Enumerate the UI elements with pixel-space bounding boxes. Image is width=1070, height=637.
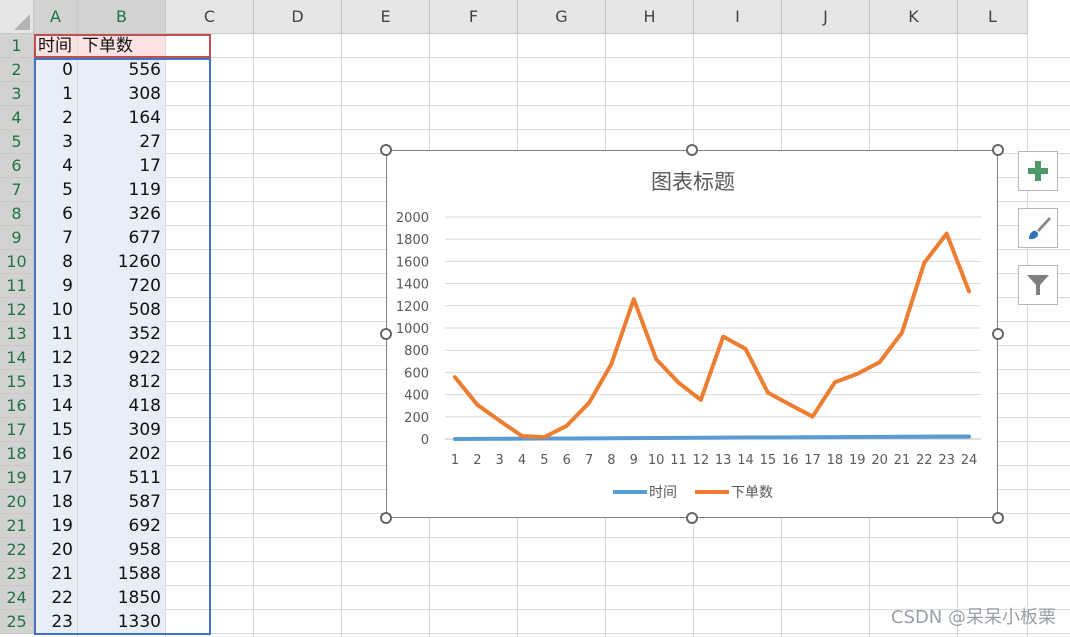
chart-styles-button[interactable] <box>1018 208 1058 248</box>
row-header-8[interactable]: 8 <box>0 202 34 226</box>
row-header-18[interactable]: 18 <box>0 442 34 466</box>
row-header-24[interactable]: 24 <box>0 586 34 610</box>
x-tick-label: 1 <box>451 453 459 468</box>
column-header-k[interactable]: K <box>870 0 958 34</box>
x-tick-label: 7 <box>585 453 593 468</box>
chart-elements-button[interactable] <box>1018 151 1058 191</box>
brush-icon <box>1029 217 1051 240</box>
x-tick-label: 20 <box>871 453 888 468</box>
chart-filters-button[interactable] <box>1018 265 1058 305</box>
x-tick-label: 15 <box>760 453 777 468</box>
row-header-13[interactable]: 13 <box>0 322 34 346</box>
chart-canvas: 图表标题 0 200 400 600 800 1000 1200 1400 1600 1800 20… <box>396 170 981 501</box>
legend-label[interactable]: 下单数 <box>731 485 773 501</box>
column-header-d[interactable]: D <box>254 0 342 34</box>
column-header-g[interactable]: G <box>518 0 606 34</box>
plus-icon <box>1028 161 1048 181</box>
y-tick-label: 200 <box>404 411 429 426</box>
column-header-h[interactable]: H <box>606 0 694 34</box>
x-tick-label: 22 <box>916 453 933 468</box>
column-header-e[interactable]: E <box>342 0 430 34</box>
row-header-5[interactable]: 5 <box>0 130 34 154</box>
grid-line <box>253 34 254 637</box>
row-header-23[interactable]: 23 <box>0 562 34 586</box>
row-header-21[interactable]: 21 <box>0 514 34 538</box>
y-tick-label: 1600 <box>396 255 429 270</box>
x-tick-label: 2 <box>473 453 481 468</box>
row-header-1[interactable]: 1 <box>0 34 34 58</box>
x-tick-label: 6 <box>563 453 571 468</box>
x-tick-label: 5 <box>540 453 548 468</box>
y-tick-label: 0 <box>421 433 429 448</box>
y-tick-label: 1800 <box>396 233 429 248</box>
x-tick-label: 11 <box>670 453 687 468</box>
y-tick-label: 1200 <box>396 300 429 315</box>
row-header-22[interactable]: 22 <box>0 538 34 562</box>
resize-handle[interactable] <box>686 144 698 156</box>
filter-icon <box>1027 275 1049 295</box>
grid-line <box>341 34 342 637</box>
row-header-20[interactable]: 20 <box>0 490 34 514</box>
legend-label[interactable]: 时间 <box>649 485 677 501</box>
resize-handle[interactable] <box>380 328 392 340</box>
line-chart[interactable]: 图表标题 0 200 400 600 800 1000 1200 1400 1600 1800 20… <box>386 150 998 518</box>
column-header-a[interactable]: A <box>34 0 78 34</box>
column-header-f[interactable]: F <box>430 0 518 34</box>
row-header-9[interactable]: 9 <box>0 226 34 250</box>
x-tick-label: 17 <box>804 453 821 468</box>
y-tick-label: 2000 <box>396 211 429 226</box>
column-header-j[interactable]: J <box>782 0 870 34</box>
row-header-4[interactable]: 4 <box>0 106 34 130</box>
column-header-c[interactable]: C <box>166 0 254 34</box>
select-all-corner[interactable] <box>0 0 34 34</box>
resize-handle[interactable] <box>992 512 1004 524</box>
x-tick-label: 13 <box>715 453 732 468</box>
selection-header-range <box>34 34 211 58</box>
x-tick-label: 9 <box>630 453 638 468</box>
row-header-16[interactable]: 16 <box>0 394 34 418</box>
row-header-11[interactable]: 11 <box>0 274 34 298</box>
row-header-10[interactable]: 10 <box>0 250 34 274</box>
y-tick-label: 800 <box>404 344 429 359</box>
series-line-1[interactable] <box>453 231 971 440</box>
x-tick-label: 19 <box>849 453 866 468</box>
resize-handle[interactable] <box>380 144 392 156</box>
row-header-12[interactable]: 12 <box>0 298 34 322</box>
watermark: CSDN @呆呆小板栗 <box>890 607 1056 628</box>
resize-handle[interactable] <box>686 512 698 524</box>
x-tick-label: 21 <box>894 453 911 468</box>
column-header-l[interactable]: L <box>958 0 1028 34</box>
x-tick-label: 23 <box>938 453 955 468</box>
row-header-6[interactable]: 6 <box>0 154 34 178</box>
x-tick-label: 10 <box>648 453 665 468</box>
selection-data-range <box>34 58 211 635</box>
x-tick-label: 18 <box>827 453 844 468</box>
x-tick-label: 4 <box>518 453 526 468</box>
column-header-i[interactable]: I <box>694 0 782 34</box>
x-tick-label: 8 <box>607 453 615 468</box>
row-header-2[interactable]: 2 <box>0 58 34 82</box>
row-header-3[interactable]: 3 <box>0 82 34 106</box>
y-tick-label: 1400 <box>396 278 429 293</box>
x-tick-label: 24 <box>961 453 978 468</box>
row-header-17[interactable]: 17 <box>0 418 34 442</box>
resize-handle[interactable] <box>380 512 392 524</box>
resize-handle[interactable] <box>992 144 1004 156</box>
y-tick-label: 1000 <box>396 322 429 337</box>
row-header-25[interactable]: 25 <box>0 610 34 634</box>
x-tick-label: 16 <box>782 453 799 468</box>
row-header-19[interactable]: 19 <box>0 466 34 490</box>
row-header-15[interactable]: 15 <box>0 370 34 394</box>
x-tick-label: 3 <box>496 453 504 468</box>
x-tick-label: 14 <box>737 453 754 468</box>
x-tick-label: 12 <box>693 453 710 468</box>
chart-title[interactable]: 图表标题 <box>651 170 735 194</box>
y-tick-label: 400 <box>404 389 429 404</box>
row-header-7[interactable]: 7 <box>0 178 34 202</box>
column-header-b[interactable]: B <box>78 0 166 34</box>
resize-handle[interactable] <box>992 328 1004 340</box>
grid-line <box>1027 34 1028 637</box>
row-header-14[interactable]: 14 <box>0 346 34 370</box>
y-tick-label: 600 <box>404 366 429 381</box>
